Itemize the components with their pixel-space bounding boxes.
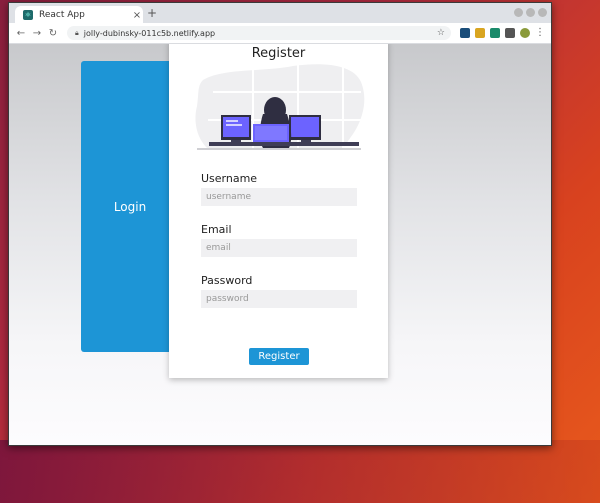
back-icon[interactable]: ← <box>13 28 29 39</box>
menu-kebab-icon[interactable]: ⋮ <box>535 27 545 38</box>
window-controls <box>514 8 547 17</box>
username-label: Username <box>201 172 258 185</box>
desktop-wallpaper <box>0 440 600 503</box>
browser-tab[interactable]: ⚛ React App × <box>15 6 143 24</box>
react-favicon-icon: ⚛ <box>23 10 33 20</box>
tab-title: React App <box>39 10 85 20</box>
extension-icon[interactable] <box>460 27 470 38</box>
register-card: Register Username username Email email P… <box>169 44 388 378</box>
password-label: Password <box>201 274 253 287</box>
register-title: Register <box>251 46 306 61</box>
username-input[interactable] <box>201 188 357 206</box>
login-label: Login <box>113 199 147 214</box>
new-tab-button[interactable]: + <box>147 6 157 20</box>
close-window-button[interactable] <box>538 8 547 17</box>
puzzle-icon[interactable] <box>505 27 515 38</box>
email-input[interactable] <box>201 239 357 257</box>
login-panel[interactable]: Login <box>81 61 179 352</box>
profile-avatar[interactable] <box>520 27 530 38</box>
reload-icon[interactable]: ↻ <box>45 28 61 39</box>
minimize-button[interactable] <box>514 8 523 17</box>
register-button[interactable]: Register <box>249 348 309 365</box>
browser-window: ⚛ React App × + ← → ↻ 🔒︎ jolly-dubinsky-… <box>8 2 552 446</box>
register-illustration <box>195 64 365 150</box>
browser-titlebar: ⚛ React App × + <box>9 3 551 24</box>
url-text: jolly-dubinsky-011c5b.netlify.app <box>83 28 216 38</box>
extensions-area: ⋮ <box>460 27 545 38</box>
address-bar[interactable]: 🔒︎ jolly-dubinsky-011c5b.netlify.app ☆ <box>67 26 451 40</box>
browser-toolbar: ← → ↻ 🔒︎ jolly-dubinsky-011c5b.netlify.a… <box>9 23 551 44</box>
maximize-button[interactable] <box>526 8 535 17</box>
bookmark-star-icon[interactable]: ☆ <box>437 28 445 38</box>
tab-close-icon[interactable]: × <box>131 10 143 21</box>
email-label: Email <box>201 223 232 236</box>
forward-icon[interactable]: → <box>29 28 45 39</box>
password-input[interactable] <box>201 290 357 308</box>
flag-extension-icon[interactable] <box>490 27 500 38</box>
page-viewport: Login Register Username username Email e… <box>9 44 551 445</box>
lock-icon: 🔒︎ <box>75 28 79 37</box>
extension-icon[interactable] <box>475 27 485 38</box>
